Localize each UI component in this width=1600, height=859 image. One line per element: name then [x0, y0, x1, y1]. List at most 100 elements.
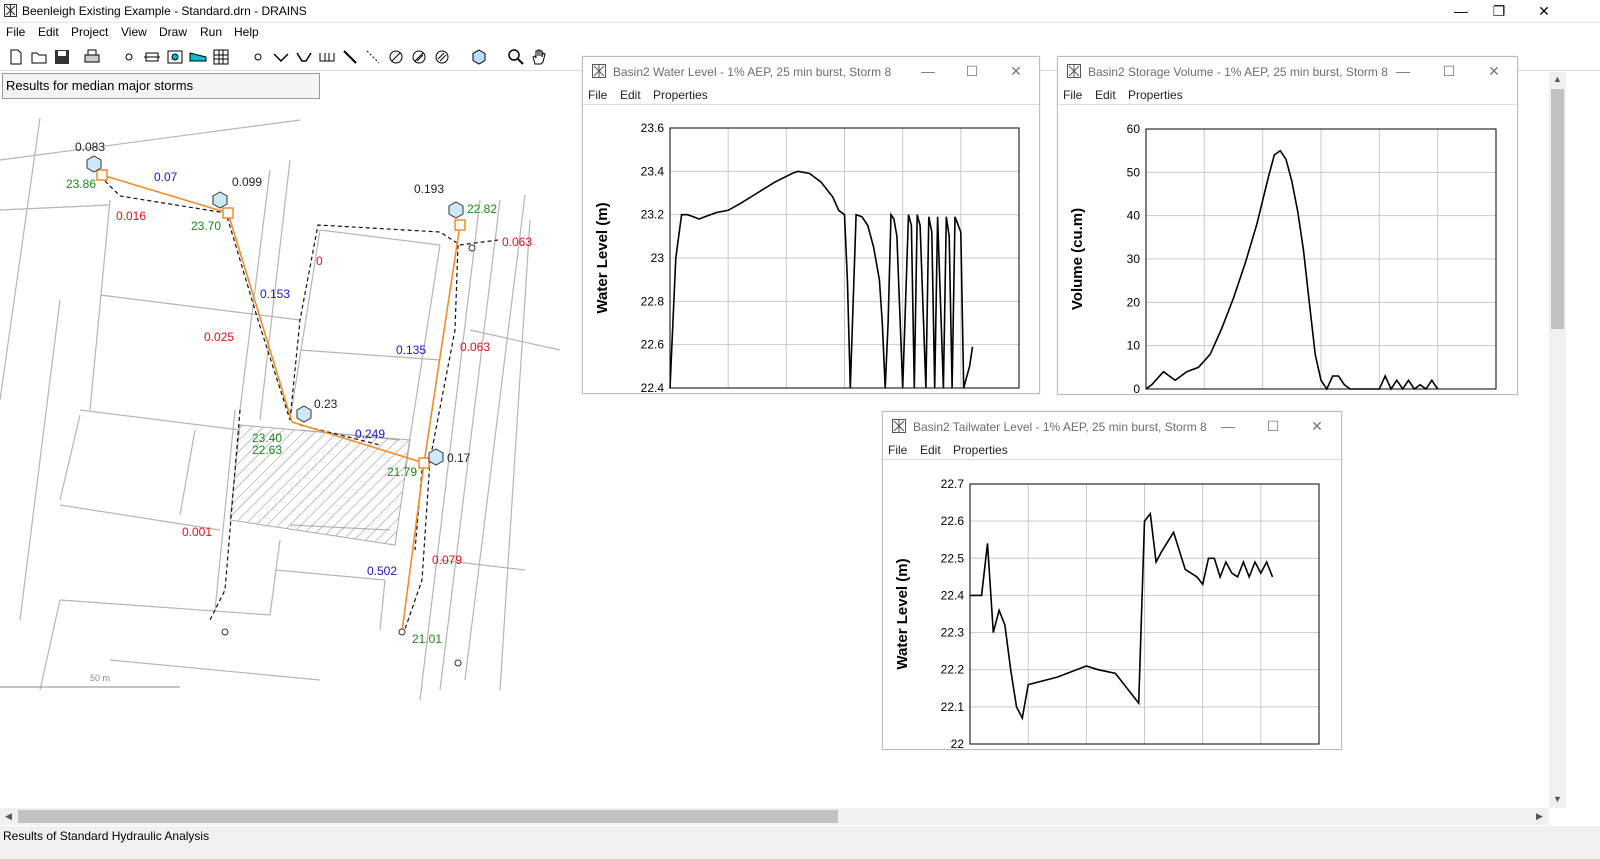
pipe-tool-icon[interactable] — [340, 47, 360, 67]
scroll-up-arrow-icon[interactable]: ▲ — [1553, 74, 1562, 84]
menu-file[interactable]: File — [1063, 88, 1082, 102]
results-label-box: Results for median major storms — [2, 73, 320, 99]
close-button[interactable]: ✕ — [1481, 61, 1507, 81]
tailwater-level-window-titlebar[interactable]: Basin2 Tailwater Level - 1% AEP, 25 min … — [883, 412, 1341, 440]
minimize-button[interactable]: — — [1390, 61, 1416, 81]
horizontal-scroll-thumb[interactable] — [18, 810, 838, 823]
junction-tool-icon[interactable] — [248, 47, 268, 67]
horizontal-scrollbar[interactable]: ◀ ▶ — [0, 808, 1549, 825]
headwall-tool-icon[interactable] — [165, 47, 185, 67]
print-icon[interactable] — [82, 47, 102, 67]
menu-file[interactable]: File — [888, 443, 907, 457]
scroll-left-arrow-icon[interactable]: ◀ — [5, 811, 12, 822]
close-button[interactable]: ✕ — [1521, 0, 1567, 22]
y-tick-label: 22.5 — [941, 551, 965, 565]
x-tick-label: 0 — [967, 748, 974, 749]
pan-hand-icon[interactable] — [529, 47, 549, 67]
minimize-button[interactable]: — — [1215, 416, 1241, 436]
pit-tool-icon[interactable] — [142, 47, 162, 67]
menu-file[interactable]: File — [588, 88, 607, 102]
menu-project[interactable]: Project — [71, 25, 108, 39]
net-label: 0.249 — [355, 427, 385, 441]
net-label: 0.17 — [447, 451, 471, 465]
tailwater-level-window-menu: File Edit Properties — [883, 441, 1341, 460]
menu-file[interactable]: File — [6, 25, 25, 39]
vertical-scroll-thumb[interactable] — [1551, 89, 1564, 329]
x-tick-label: 0 — [667, 392, 674, 393]
subcatchment-icons[interactable] — [86, 155, 464, 466]
storage-volume-window[interactable]: Basin2 Storage Volume - 1% AEP, 25 min b… — [1057, 56, 1518, 395]
route-tool-icon[interactable] — [363, 47, 383, 67]
vertical-scrollbar[interactable]: ▲ ▼ — [1549, 72, 1566, 808]
hexagon-tool-icon[interactable] — [469, 47, 489, 67]
new-file-icon[interactable] — [6, 47, 26, 67]
scroll-down-arrow-icon[interactable]: ▼ — [1553, 794, 1562, 804]
menu-edit[interactable]: Edit — [620, 88, 641, 102]
menu-draw[interactable]: Draw — [159, 25, 187, 39]
series-line — [1145, 149, 1439, 391]
open-folder-icon[interactable] — [29, 47, 49, 67]
y-axis-label: Volume (cu.m) — [1069, 208, 1086, 310]
y-tick-label: 0 — [1133, 382, 1140, 394]
net-label: 0.099 — [232, 175, 262, 189]
y-tick-label: 22.8 — [641, 294, 665, 308]
menu-edit[interactable]: Edit — [920, 443, 941, 457]
net-label: 0.193 — [414, 182, 444, 196]
menu-run[interactable]: Run — [200, 25, 222, 39]
y-tick-label: 22.4 — [641, 381, 665, 393]
water-level-window[interactable]: Basin2 Water Level - 1% AEP, 25 min burs… — [582, 56, 1040, 394]
tailwater-level-window[interactable]: Basin2 Tailwater Level - 1% AEP, 25 min … — [882, 411, 1342, 750]
y-tick-label: 22.1 — [941, 700, 965, 714]
status-text: Results of Standard Hydraulic Analysis — [3, 829, 210, 843]
menu-properties[interactable]: Properties — [653, 88, 708, 102]
x-tick-label: 30 — [1138, 748, 1152, 749]
x-tick-label: 20 — [1080, 748, 1094, 749]
series-line — [669, 170, 974, 389]
y-tick-label: 50 — [1127, 165, 1141, 179]
node-tool-icon[interactable] — [119, 47, 139, 67]
basin-tool-icon[interactable] — [188, 47, 208, 67]
menu-edit[interactable]: Edit — [38, 25, 59, 39]
menu-properties[interactable]: Properties — [1128, 88, 1183, 102]
tailwater-level-chart: 0 10 20 30 40 50 60 22 22.1 22.2 22.3 22.4 22.5 22.6 2… — [894, 477, 1326, 749]
pit-nodes[interactable] — [96, 169, 466, 469]
catchment-hatch-tool-icon[interactable] — [432, 47, 452, 67]
net-label: 23.86 — [66, 177, 96, 191]
storage-volume-chart: 01020304050600102030405060Time (mins)Vol… — [1069, 122, 1503, 394]
net-label: 22.63 — [252, 443, 282, 457]
drainage-network-map[interactable]: 50 m 0.083 23.86 0.07 0.016 0.099 23.70 … — [0, 98, 580, 708]
x-tick-label: 50 — [1431, 393, 1445, 394]
grid-tool-icon[interactable] — [211, 47, 231, 67]
channel-tool-icon[interactable] — [271, 47, 291, 67]
save-icon[interactable] — [52, 47, 72, 67]
maximize-button[interactable]: ☐ — [1436, 61, 1462, 81]
close-button[interactable]: ✕ — [1003, 61, 1029, 81]
maximize-button[interactable]: ☐ — [959, 61, 985, 81]
chart-window-icon — [592, 64, 606, 78]
restore-button[interactable]: ❐ — [1476, 0, 1522, 22]
water-level-window-titlebar[interactable]: Basin2 Water Level - 1% AEP, 25 min burs… — [583, 57, 1039, 85]
minimize-button[interactable]: — — [915, 61, 941, 81]
close-button[interactable]: ✕ — [1304, 416, 1330, 436]
x-tick-label: 60 — [1489, 393, 1503, 394]
net-label: 0.063 — [502, 235, 532, 249]
catchment-tool-icon[interactable] — [386, 47, 406, 67]
storage-volume-window-menu: File Edit Properties — [1058, 86, 1517, 105]
menu-properties[interactable]: Properties — [953, 443, 1008, 457]
maximize-button[interactable]: ☐ — [1260, 416, 1286, 436]
net-label: 0 — [316, 254, 323, 268]
menu-help[interactable]: Help — [234, 25, 259, 39]
net-label: 0.079 — [432, 553, 462, 567]
y-tick-label: 23.6 — [641, 121, 665, 135]
menu-edit[interactable]: Edit — [1095, 88, 1116, 102]
y-tick-label: 22.6 — [941, 514, 965, 528]
net-label: 23.70 — [191, 219, 221, 233]
storage-volume-window-titlebar[interactable]: Basin2 Storage Volume - 1% AEP, 25 min b… — [1058, 57, 1517, 85]
menu-view[interactable]: View — [121, 25, 147, 39]
chart-window-icon — [1067, 64, 1081, 78]
scroll-right-arrow-icon[interactable]: ▶ — [1536, 811, 1543, 822]
catchment-alt-tool-icon[interactable] — [409, 47, 429, 67]
overflow-tool-icon[interactable] — [294, 47, 314, 67]
culvert-tool-icon[interactable] — [317, 47, 337, 67]
zoom-icon[interactable] — [506, 47, 526, 67]
